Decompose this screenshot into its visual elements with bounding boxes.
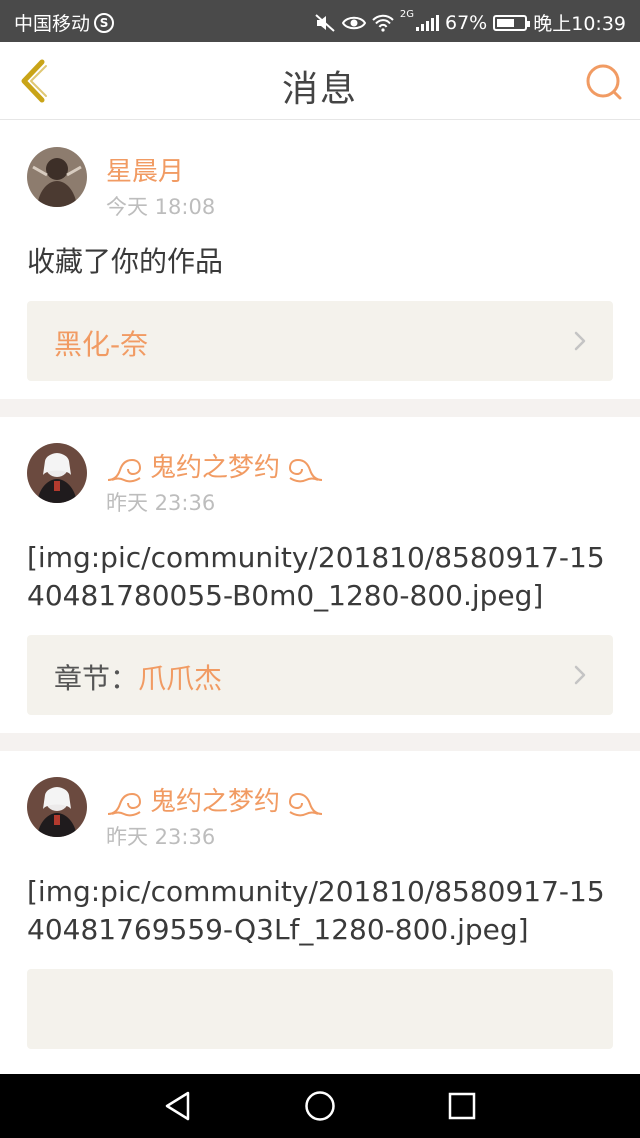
signal-icon <box>416 14 439 31</box>
message-list[interactable]: 星晨月 今天 18:08 收藏了你的作品 黑化-奈 鬼约之梦约 昨天 23:36… <box>0 121 640 1074</box>
avatar-image <box>27 777 87 837</box>
username[interactable]: 鬼约之梦约 <box>106 447 324 484</box>
status-left: 中国移动 S <box>14 9 115 36</box>
chevron-right-icon <box>574 665 586 685</box>
avatar[interactable] <box>27 777 87 837</box>
chevron-right-icon <box>574 331 586 351</box>
message-header: 鬼约之梦约 昨天 23:36 <box>27 751 613 853</box>
network-type: 2G <box>399 9 414 20</box>
mute-icon <box>315 13 335 32</box>
message-time: 昨天 23:36 <box>106 491 216 515</box>
system-nav-bar <box>0 1074 640 1138</box>
chapter-link[interactable]: 章节：爪爪杰 <box>27 635 613 715</box>
card-divider <box>0 733 640 751</box>
message-card: 星晨月 今天 18:08 收藏了你的作品 黑化-奈 <box>0 121 640 381</box>
nav-recents-button[interactable] <box>444 1088 480 1124</box>
message-header: 星晨月 今天 18:08 <box>27 121 613 223</box>
avatar[interactable] <box>27 147 87 207</box>
message-header: 鬼约之梦约 昨天 23:36 <box>27 417 613 519</box>
decorative-swirl-left-icon <box>107 792 142 816</box>
avatar[interactable] <box>27 443 87 503</box>
triangle-back-icon <box>165 1091 190 1121</box>
carrier-badge-icon: S <box>94 12 115 33</box>
square-recents-icon <box>448 1092 476 1120</box>
clock: 晚上10:39 <box>533 13 626 35</box>
app-header: 消息 <box>0 42 640 120</box>
avatar-image <box>27 443 87 503</box>
work-link[interactable]: 黑化-奈 <box>27 301 613 381</box>
decorative-swirl-right-icon <box>289 458 323 482</box>
card-divider <box>0 399 640 417</box>
search-icon <box>586 64 622 100</box>
search-button[interactable] <box>584 62 624 102</box>
username[interactable]: 星晨月 <box>106 151 184 188</box>
decorative-swirl-right-icon <box>289 792 323 816</box>
username[interactable]: 鬼约之梦约 <box>106 781 324 818</box>
circle-home-icon <box>305 1091 335 1121</box>
page-title: 消息 <box>281 69 358 110</box>
chapter-link[interactable] <box>27 969 613 1049</box>
status-bar: 中国移动 S 2G 67% 晚上10:39 <box>0 0 640 42</box>
link-label: 章节：爪爪杰 <box>54 657 222 697</box>
message-time: 昨天 23:36 <box>106 825 216 849</box>
username-text: 鬼约之梦约 <box>150 787 281 817</box>
message-content: [img:pic/community/201810/8580917-154048… <box>27 875 605 946</box>
message-content: 收藏了你的作品 <box>27 245 224 278</box>
message-card: 鬼约之梦约 昨天 23:36 [img:pic/community/201810… <box>0 417 640 715</box>
nav-back-button[interactable] <box>160 1088 196 1124</box>
link-prefix: 章节： <box>54 662 139 695</box>
status-right: 2G 67% 晚上10:39 <box>314 9 626 36</box>
message-content: [img:pic/community/201810/8580917-154048… <box>27 541 605 612</box>
eye-icon <box>341 16 366 29</box>
battery-icon <box>493 14 531 31</box>
carrier-name: 中国移动 <box>14 13 91 35</box>
link-target: 黑化-奈 <box>54 328 149 361</box>
wifi-icon <box>372 14 394 32</box>
message-time: 今天 18:08 <box>106 195 216 219</box>
username-text: 鬼约之梦约 <box>150 453 281 483</box>
avatar-image <box>27 147 87 207</box>
message-card: 鬼约之梦约 昨天 23:36 [img:pic/community/201810… <box>0 751 640 1049</box>
link-label: 黑化-奈 <box>54 323 148 363</box>
decorative-swirl-left-icon <box>107 458 142 482</box>
link-target: 爪爪杰 <box>138 662 223 695</box>
battery-percent: 67% <box>445 11 488 34</box>
battery-fill <box>497 18 515 27</box>
nav-home-button[interactable] <box>302 1088 338 1124</box>
